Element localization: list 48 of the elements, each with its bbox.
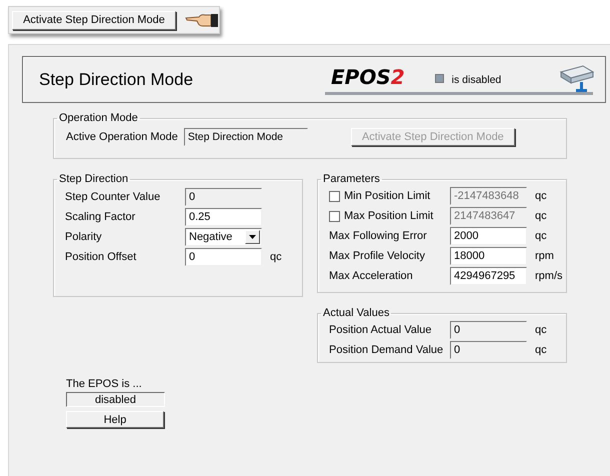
device-icon	[557, 64, 595, 94]
activate-mode-button[interactable]: Activate Step Direction Mode	[12, 10, 176, 30]
field-label: Position Actual Value	[329, 324, 433, 336]
value-field[interactable]: 4294967295	[450, 267, 527, 285]
checkbox[interactable]	[329, 190, 340, 202]
checkbox-label: Max Position Limit	[344, 210, 434, 222]
status-label: The EPOS is ...	[66, 378, 142, 390]
status-text: is disabled	[452, 74, 502, 86]
value-field[interactable]: 18000	[450, 247, 527, 265]
unit-label: qc	[535, 190, 547, 202]
value-field: 0	[450, 321, 527, 339]
value-field[interactable]: 0.25	[185, 208, 262, 226]
polarity-dropdown[interactable]: Negative	[185, 228, 262, 246]
field-label: Position Offset	[65, 251, 138, 263]
unit-label: rpm	[535, 250, 554, 262]
group-title: Parameters	[322, 173, 381, 185]
pointing-hand-icon	[185, 12, 219, 28]
field-label: Step Counter Value	[65, 191, 162, 203]
unit-label: qc	[535, 210, 547, 222]
field-label: Active Operation Mode	[66, 131, 178, 143]
field-label: Position Demand Value	[329, 344, 444, 356]
checkbox-label: Min Position Limit	[344, 190, 432, 202]
group-title: Operation Mode	[58, 112, 139, 124]
help-button[interactable]: Help	[66, 411, 164, 428]
value-field[interactable]: 0	[185, 248, 262, 266]
status-field: disabled	[66, 392, 165, 407]
field-label: Polarity	[65, 231, 103, 243]
value-field: -2147483648	[450, 187, 527, 205]
unit-label: qc	[535, 344, 547, 356]
field-label: Max Profile Velocity	[329, 250, 426, 262]
group-title: Actual Values	[322, 307, 390, 319]
value-field[interactable]: 2000	[450, 227, 527, 245]
unit-label: qc	[270, 251, 282, 263]
page-title: Step Direction Mode	[39, 70, 194, 90]
field-label: Max Acceleration	[329, 270, 414, 282]
unit-label: qc	[535, 230, 547, 242]
unit-label: rpm/s	[535, 270, 562, 282]
value-field: 0	[450, 341, 527, 359]
value-field: 2147483647	[450, 207, 527, 225]
value-field: 0	[185, 188, 262, 206]
dropdown-arrow-icon	[249, 235, 256, 239]
field-label: Scaling Factor	[65, 211, 136, 223]
group-title: Step Direction	[58, 173, 130, 185]
checkbox[interactable]	[329, 210, 340, 222]
unit-label: qc	[535, 324, 547, 336]
mode-field: Step Direction Mode	[184, 128, 308, 146]
logo: EPOS2	[331, 64, 405, 88]
field-label: Max Following Error	[329, 230, 428, 242]
